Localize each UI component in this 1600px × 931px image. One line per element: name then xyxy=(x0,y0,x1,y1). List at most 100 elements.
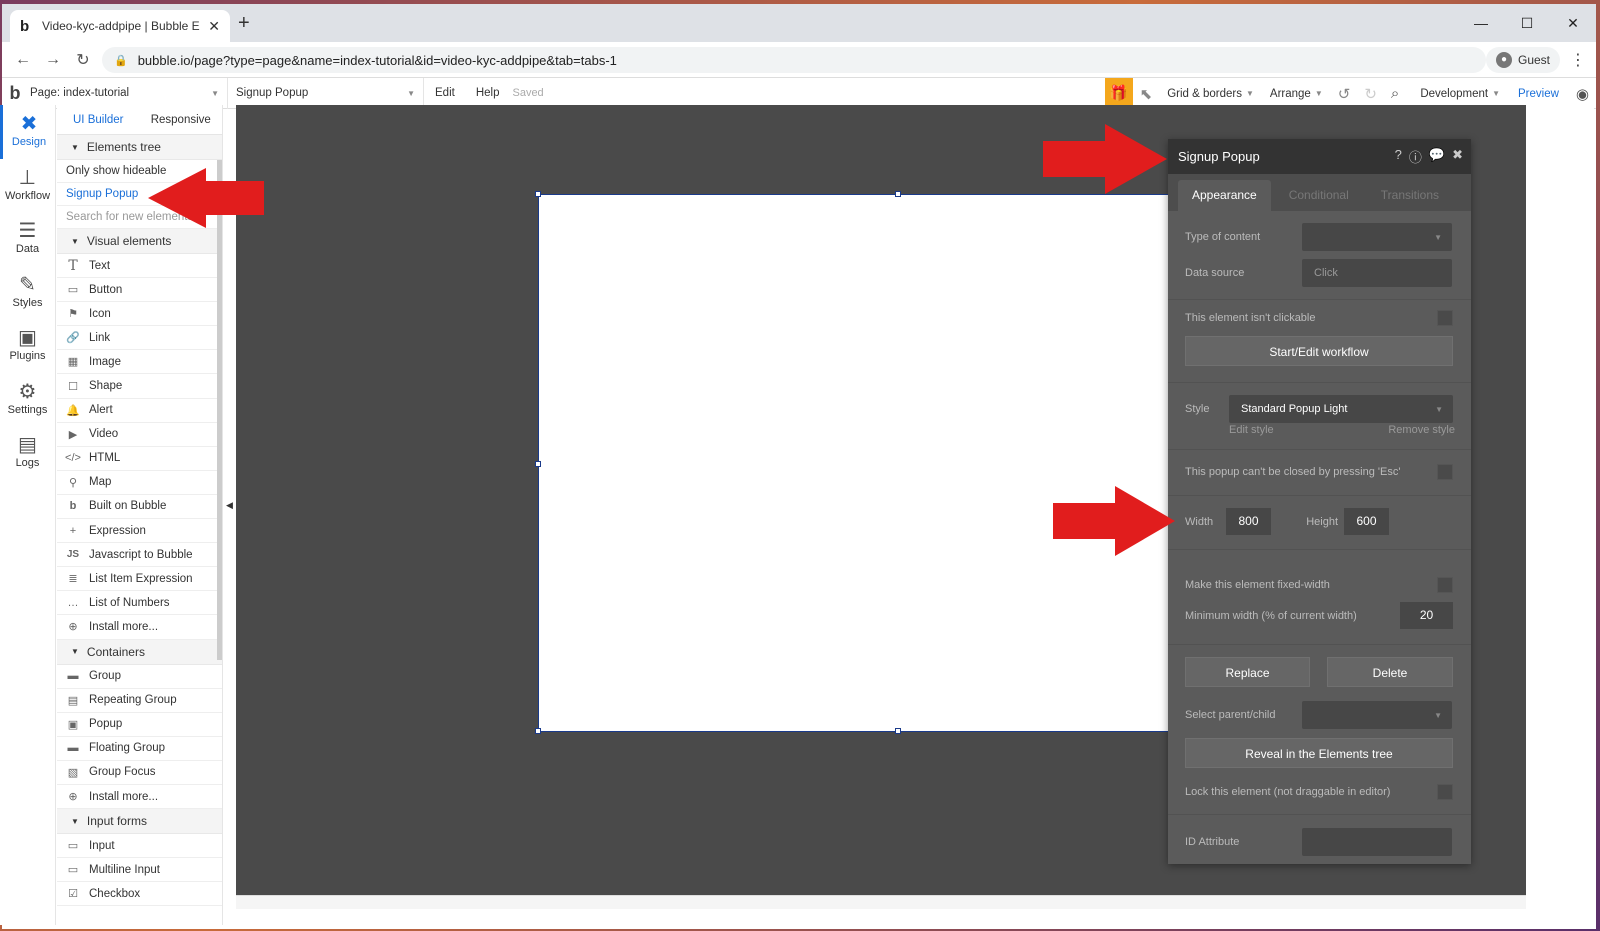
element-icon[interactable]: ⚑ Icon xyxy=(57,302,222,327)
element-install-more-containers[interactable]: ⊕ Install more... xyxy=(57,785,222,810)
element-expression[interactable]: + Expression xyxy=(57,519,222,544)
property-editor-header[interactable]: Signup Popup ? ⓘ 💬 ✖ xyxy=(1168,139,1471,174)
esc-checkbox[interactable] xyxy=(1437,464,1453,480)
rail-item-settings[interactable]: ⚙ Settings xyxy=(0,373,55,427)
element-group[interactable]: ▬ Group xyxy=(57,665,222,689)
element-popup[interactable]: ▣ Popup xyxy=(57,713,222,737)
element-checkbox[interactable]: ☑ Checkbox xyxy=(57,882,222,907)
signup-popup-element[interactable] xyxy=(535,191,1178,734)
undo-icon[interactable]: ↺ xyxy=(1331,85,1358,103)
fixed-width-checkbox[interactable] xyxy=(1437,577,1453,593)
element-multiline-input[interactable]: ▭ Multiline Input xyxy=(57,858,222,883)
profile-button[interactable]: ● Guest xyxy=(1485,47,1560,73)
start-edit-workflow-button[interactable]: Start/Edit workflow xyxy=(1185,336,1453,366)
not-clickable-checkbox[interactable] xyxy=(1437,310,1453,326)
page-select[interactable]: Page: index-tutorial ▼ xyxy=(28,77,228,109)
browser-tab[interactable]: b Video-kyc-addpipe | Bubble Edit ✕ xyxy=(10,10,230,42)
containers-header[interactable]: ▼ Containers xyxy=(57,639,222,665)
bubble-logo-icon[interactable]: b xyxy=(2,83,28,104)
element-link[interactable]: 🔗 Link xyxy=(57,326,222,351)
min-width-input[interactable]: 20 xyxy=(1400,602,1453,629)
tab-ui-builder[interactable]: UI Builder xyxy=(57,105,140,134)
delete-button[interactable]: Delete xyxy=(1327,657,1453,687)
element-built-on-bubble[interactable]: b Built on Bubble xyxy=(57,495,222,520)
redo-icon[interactable]: ↻ xyxy=(1357,85,1384,103)
search-icon[interactable]: ⌕ xyxy=(1384,85,1406,102)
horizontal-scrollbar[interactable] xyxy=(236,895,1526,909)
tab-transitions[interactable]: Transitions xyxy=(1367,180,1453,211)
maximize-icon[interactable]: ☐ xyxy=(1504,10,1550,36)
grid-borders-menu[interactable]: Grid & borders ▼ xyxy=(1159,88,1262,100)
rail-item-workflow[interactable]: ⊥ Workflow xyxy=(0,159,55,213)
element-alert[interactable]: 🔔 Alert xyxy=(57,399,222,423)
help-menu[interactable]: Help xyxy=(466,87,511,99)
element-list-item-expression[interactable]: ≣ List Item Expression xyxy=(57,567,222,592)
close-window-icon[interactable]: ✕ xyxy=(1550,10,1596,36)
remove-style-link[interactable]: Remove style xyxy=(1388,424,1455,436)
tab-responsive[interactable]: Responsive xyxy=(140,105,223,134)
collapse-panel-icon[interactable]: ◀ xyxy=(226,500,233,511)
rail-item-styles[interactable]: ✎ Styles xyxy=(0,266,55,320)
environment-menu[interactable]: Development ▼ xyxy=(1406,88,1508,100)
visual-elements-header[interactable]: ▼ Visual elements xyxy=(57,229,222,254)
resize-handle[interactable] xyxy=(535,461,541,467)
arrange-menu[interactable]: Arrange ▼ xyxy=(1262,88,1331,100)
edit-style-link[interactable]: Edit style xyxy=(1229,424,1274,436)
preview-link[interactable]: Preview xyxy=(1508,88,1569,100)
element-group-focus[interactable]: ▧ Group Focus xyxy=(57,761,222,785)
element-floating-group[interactable]: ▬ Floating Group xyxy=(57,737,222,761)
select-parent-select[interactable]: ▼ xyxy=(1302,701,1452,729)
height-input[interactable]: 600 xyxy=(1344,508,1389,535)
back-icon[interactable]: ← xyxy=(8,51,38,69)
id-attribute-input[interactable] xyxy=(1302,828,1452,856)
element-video[interactable]: ▶ Video xyxy=(57,423,222,447)
replace-button[interactable]: Replace xyxy=(1185,657,1310,687)
close-tab-icon[interactable]: ✕ xyxy=(208,18,220,35)
forward-icon[interactable]: → xyxy=(38,51,68,69)
element-install-more[interactable]: ⊕ Install more... xyxy=(57,615,222,640)
rail-item-logs[interactable]: ▤ Logs xyxy=(0,426,55,480)
cursor-icon[interactable]: ⬉ xyxy=(1133,85,1160,103)
tab-appearance[interactable]: Appearance xyxy=(1178,180,1271,211)
rail-item-design[interactable]: ✖ Design xyxy=(0,105,55,159)
tab-conditional[interactable]: Conditional xyxy=(1275,180,1363,211)
resize-handle[interactable] xyxy=(535,728,541,734)
element-shape[interactable]: ☐ Shape xyxy=(57,374,222,399)
element-text[interactable]: T Text xyxy=(57,254,222,279)
element-javascript-to-bubble[interactable]: JS Javascript to Bubble xyxy=(57,543,222,568)
element-map[interactable]: ⚲ Map xyxy=(57,471,222,495)
panel-scrollbar[interactable] xyxy=(217,160,222,660)
lock-checkbox[interactable] xyxy=(1437,784,1453,800)
min-width-label: Minimum width (% of current width) xyxy=(1185,609,1357,622)
type-of-content-select[interactable]: ▼ xyxy=(1302,223,1452,251)
rail-item-plugins[interactable]: ▣ Plugins xyxy=(0,319,55,373)
reveal-in-tree-button[interactable]: Reveal in the Elements tree xyxy=(1185,738,1453,768)
browser-menu-icon[interactable]: ⋮ xyxy=(1570,50,1586,70)
element-list-of-numbers[interactable]: … List of Numbers xyxy=(57,591,222,616)
data-source-field[interactable]: Click xyxy=(1302,259,1452,287)
url-field[interactable]: 🔒 bubble.io/page?type=page&name=index-tu… xyxy=(102,47,1486,73)
help-icon[interactable]: ? xyxy=(1395,147,1402,166)
reload-icon[interactable]: ↻ xyxy=(68,50,98,70)
resize-handle[interactable] xyxy=(895,728,901,734)
element-input[interactable]: ▭ Input xyxy=(57,834,222,859)
width-input[interactable]: 800 xyxy=(1226,508,1271,535)
resize-handle[interactable] xyxy=(535,191,541,197)
info-icon[interactable]: ⓘ xyxy=(1409,147,1422,166)
comment-icon[interactable]: 💬 xyxy=(1429,147,1445,166)
style-select[interactable]: Standard Popup Light ▼ xyxy=(1229,395,1453,423)
element-image[interactable]: ▦ Image xyxy=(57,350,222,375)
rail-item-data[interactable]: ☰ Data xyxy=(0,212,55,266)
edit-menu[interactable]: Edit xyxy=(424,87,466,99)
input-forms-header[interactable]: ▼ Input forms xyxy=(57,809,222,835)
resize-handle[interactable] xyxy=(895,191,901,197)
element-button[interactable]: ▭ Button xyxy=(57,278,222,303)
element-repeating-group[interactable]: ▤ Repeating Group xyxy=(57,689,222,713)
new-tab-icon[interactable]: + xyxy=(238,12,250,35)
element-html[interactable]: </> HTML xyxy=(57,447,222,471)
close-icon[interactable]: ✖ xyxy=(1452,147,1463,166)
account-icon[interactable]: ◉ xyxy=(1569,85,1596,103)
elements-tree-header[interactable]: ▼ Elements tree xyxy=(57,135,222,160)
element-select[interactable]: Signup Popup ▼ xyxy=(228,77,424,109)
minimize-icon[interactable]: — xyxy=(1458,10,1504,36)
